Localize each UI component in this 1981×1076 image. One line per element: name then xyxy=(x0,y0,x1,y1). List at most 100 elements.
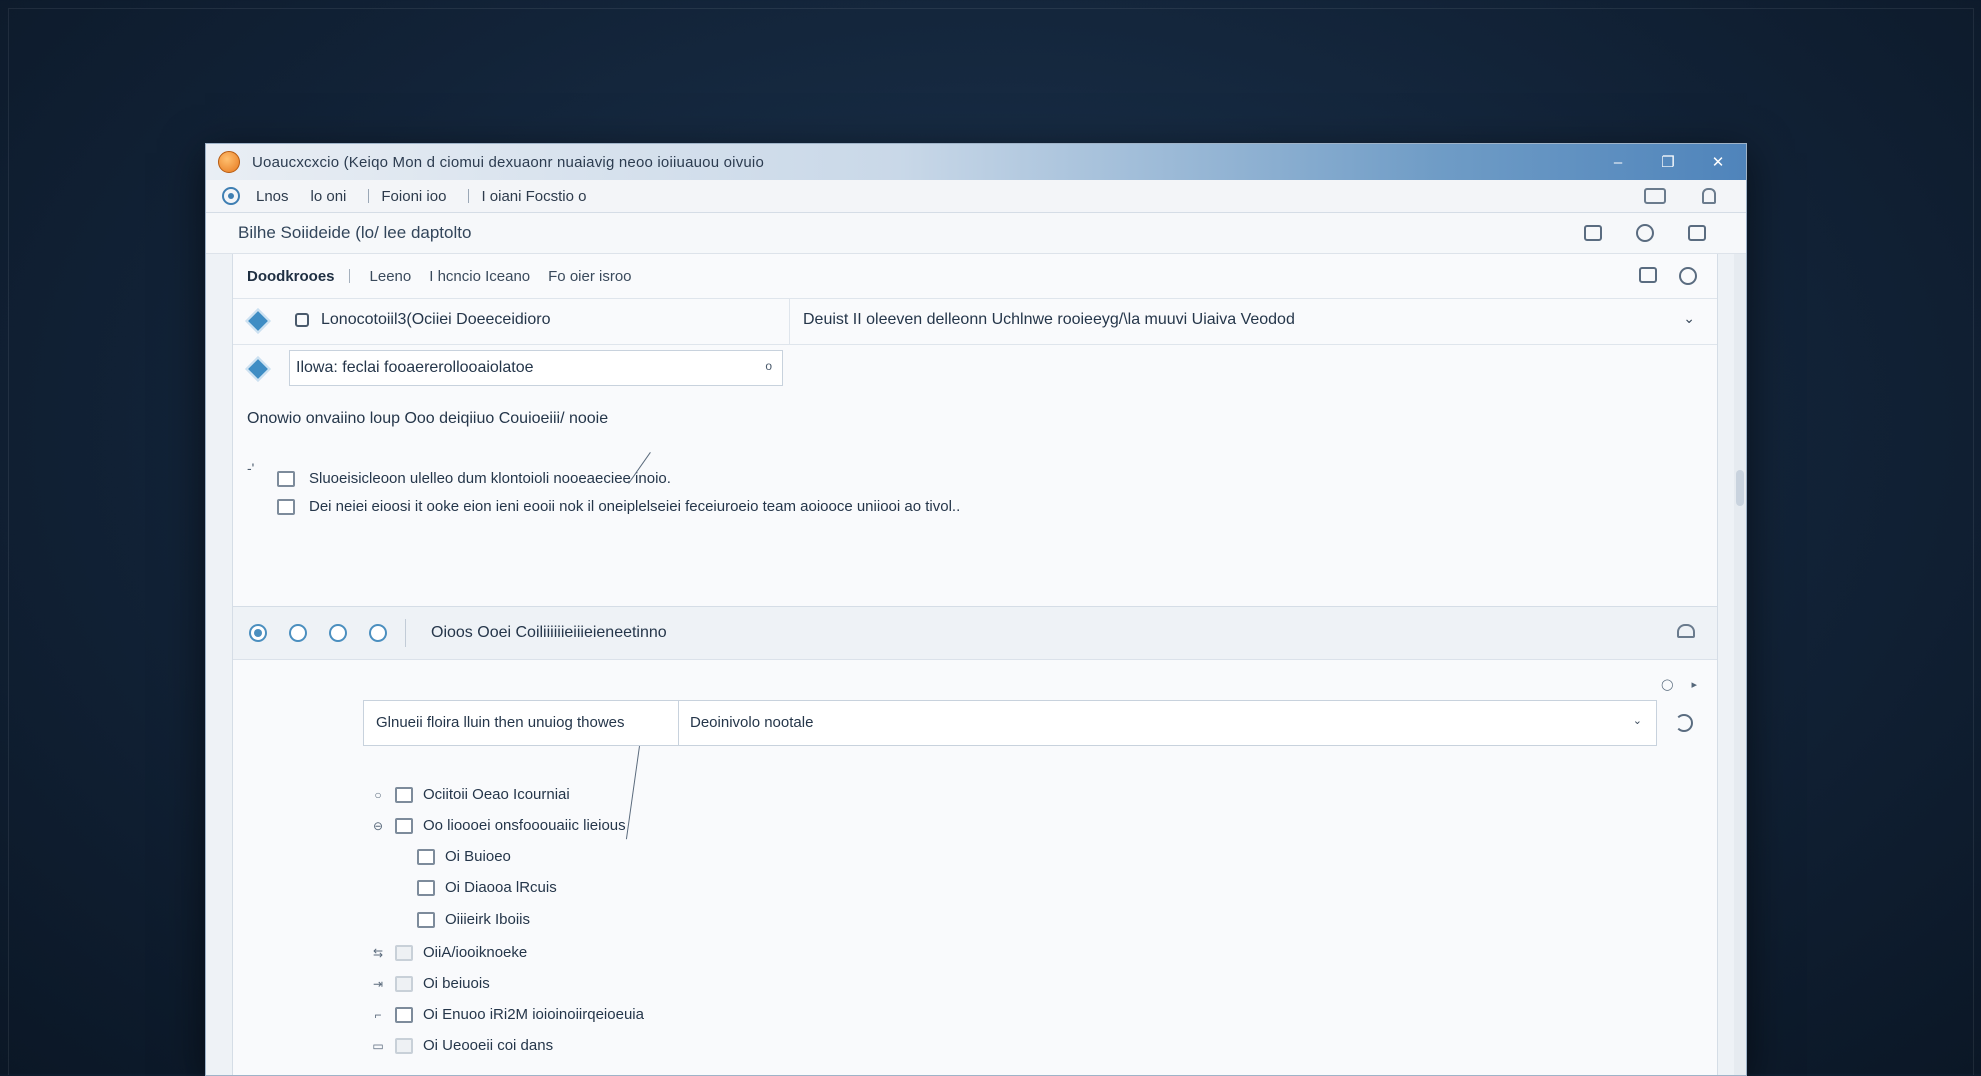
menu-item-1[interactable]: Lnos xyxy=(256,188,289,205)
tab-2[interactable]: Leeno xyxy=(370,268,412,285)
option-checkbox[interactable] xyxy=(277,498,295,515)
tree-label: Ociitoii Oeao Icourniai xyxy=(423,786,570,803)
tab-bar: Doodkrooes Leeno I hcncio Iceano Fo oier… xyxy=(233,254,1717,299)
tab-4[interactable]: Fo oier isroo xyxy=(548,268,631,285)
scrollbar[interactable] xyxy=(1734,254,1746,1075)
menu-item-3[interactable]: Foioni ioo xyxy=(381,188,446,205)
more-icon[interactable]: ▸ xyxy=(1691,678,1697,691)
option-label: Sluoeisicleoon ulelleo dum klontoioli no… xyxy=(309,470,671,487)
restore-icon[interactable] xyxy=(1639,267,1657,283)
filter-label: Glnueii floira lluin then unuiog thowes xyxy=(376,714,625,731)
tree-item[interactable]: Oi Buioeo xyxy=(391,848,511,865)
target-label: Deuist II oleeven delleonn Uchlnwe rooie… xyxy=(803,311,1295,328)
option-checkbox[interactable] xyxy=(277,470,295,487)
breadcrumb[interactable]: Bilhe Soiideide (lo/ lee daptolto xyxy=(238,223,471,243)
chevron-down-icon[interactable]: ⌄ xyxy=(1633,714,1642,727)
tree-checkbox[interactable] xyxy=(395,1037,413,1054)
panel-icon[interactable] xyxy=(1688,225,1706,241)
radio-4[interactable] xyxy=(369,624,387,642)
pathbar-actions xyxy=(1584,224,1706,242)
notification-icon[interactable] xyxy=(1702,188,1716,204)
expander-icon[interactable]: ▭ xyxy=(369,1039,387,1053)
close-button[interactable]: ✕ xyxy=(1708,153,1728,171)
diamond-icon xyxy=(245,308,271,334)
title-bar: Uoaucxcxcio (Keiqo Mon d ciomui dexuaonr… xyxy=(206,144,1746,180)
main-panel: Doodkrooes Leeno I hcncio Iceano Fo oier… xyxy=(232,254,1718,1075)
tree-checkbox[interactable] xyxy=(395,817,413,834)
collapse-icon[interactable] xyxy=(1677,624,1695,638)
tree-item[interactable]: ⌐ Oi Enuoo iRi2M ioioinoiirqeioeuia xyxy=(369,1006,644,1023)
tree-item[interactable]: ⊖ Oo lioooei onsfooouaiic lieious xyxy=(369,817,626,834)
app-logo-icon xyxy=(218,151,240,173)
tree-item[interactable]: ⇥ Oi beiuois xyxy=(369,975,490,992)
search-row: Ilowa: feclai fooaererollooaiolatoe o xyxy=(233,344,1717,390)
clear-icon[interactable]: o xyxy=(765,359,772,373)
search-value: Ilowa: feclai fooaererollooaiolatoe xyxy=(296,359,534,376)
expander-icon[interactable]: ⊖ xyxy=(369,819,387,833)
chevron-down-icon[interactable]: ⌄ xyxy=(1683,310,1695,327)
menu-bar: Lnos lo oni Foioni ioo I oiani Focstio o xyxy=(206,180,1746,213)
radio-bar: Oioos Ooei Coiliiiiiieiiieieneetinno xyxy=(233,607,1717,660)
expander-icon[interactable]: ○ xyxy=(369,788,387,802)
settings-icon[interactable] xyxy=(1636,224,1654,242)
tree-checkbox[interactable] xyxy=(417,879,435,896)
tree-label: Oi Diaooa lRcuis xyxy=(445,879,557,896)
target-dropdown[interactable]: Deuist II oleeven delleonn Uchlnwe rooie… xyxy=(789,298,1717,344)
tab-3[interactable]: I hcncio Iceano xyxy=(429,268,530,285)
menu-item-4[interactable]: I oiani Focstio o xyxy=(481,188,586,205)
source-label: Lonocotoiil3(Ociiei Doeeceidioro xyxy=(321,311,551,328)
radio-1[interactable] xyxy=(249,624,267,642)
tree-checkbox[interactable] xyxy=(395,975,413,992)
filter-field[interactable]: Glnueii floira lluin then unuiog thowes xyxy=(364,701,679,745)
tree-label: Oi Enuoo iRi2M ioioinoiirqeioeuia xyxy=(423,1006,644,1023)
window-controls: – ❐ ✕ xyxy=(1608,144,1728,180)
tree-label: Oi Ueooeii coi dans xyxy=(423,1037,554,1054)
radio-2[interactable] xyxy=(289,624,307,642)
option-row[interactable]: Dei neiei eioosi it ooke eion ieni eooii… xyxy=(277,498,960,515)
tree-checkbox[interactable] xyxy=(417,848,435,865)
radio-divider xyxy=(405,619,406,647)
scrollbar-thumb[interactable] xyxy=(1736,470,1744,506)
radio-3[interactable] xyxy=(329,624,347,642)
tree-checkbox[interactable] xyxy=(395,944,413,961)
app-window: Uoaucxcxcio (Keiqo Mon d ciomui dexuaonr… xyxy=(205,143,1747,1076)
tree-item[interactable]: Oiiieirk Iboiis xyxy=(391,911,530,928)
window-icon[interactable] xyxy=(1644,188,1666,204)
expander-icon[interactable]: ⌐ xyxy=(369,1008,387,1022)
option-row[interactable]: Sluoeisicleoon ulelleo dum klontoioli no… xyxy=(277,470,671,487)
tree-item[interactable]: ○ Ociitoii Oeao Icourniai xyxy=(369,786,570,803)
question-mark: -' xyxy=(247,460,255,476)
filter-row: Glnueii floira lluin then unuiog thowes … xyxy=(363,700,1657,746)
tree-item[interactable]: ⇆ OiiA/iooiknoeke xyxy=(369,944,527,961)
source-selector[interactable]: Lonocotoiil3(Ociiei Doeeceidioro xyxy=(233,298,790,344)
search-input[interactable]: Ilowa: feclai fooaererollooaiolatoe o xyxy=(289,350,783,386)
tree-checkbox[interactable] xyxy=(417,911,435,928)
refresh-icon[interactable] xyxy=(1675,714,1693,732)
section-actions: ◯ ▸ xyxy=(1661,678,1697,691)
save-icon[interactable] xyxy=(1584,225,1602,241)
tree-label: Oi Buioeo xyxy=(445,848,511,865)
annotation-line xyxy=(625,746,640,840)
option-label: Dei neiei eioosi it ooke eion ieni eooii… xyxy=(309,498,961,515)
app-menu-icon[interactable] xyxy=(222,187,240,205)
tree-label: Oiiieirk Iboiis xyxy=(445,911,531,928)
diamond-icon xyxy=(245,356,271,382)
tree-label: OiiA/iooiknoeke xyxy=(423,944,528,961)
refresh-icon[interactable] xyxy=(1679,267,1697,285)
minimize-button[interactable]: – xyxy=(1608,154,1628,171)
expander-icon[interactable]: ⇆ xyxy=(369,946,387,960)
tree-item[interactable]: Oi Diaooa lRcuis xyxy=(391,879,557,896)
tree-item[interactable]: ▭ Oi Ueooeii coi dans xyxy=(369,1037,553,1054)
tab-divider xyxy=(348,269,350,283)
tree-checkbox[interactable] xyxy=(395,786,413,803)
tab-1[interactable]: Doodkrooes xyxy=(247,268,335,285)
maximize-button[interactable]: ❐ xyxy=(1658,153,1678,171)
menu-item-2[interactable]: lo oni xyxy=(311,188,347,205)
radio-bar-label: Oioos Ooei Coiliiiiiieiiieieneetinno xyxy=(431,624,667,641)
tab-actions xyxy=(1639,267,1697,285)
tree-checkbox[interactable] xyxy=(395,1006,413,1023)
info-icon[interactable]: ◯ xyxy=(1661,678,1673,691)
tree-label: Oi beiuois xyxy=(423,975,490,992)
question-text: Onowio onvaiino loup Ooo deiqiiuo Couioe… xyxy=(247,410,609,427)
expander-icon[interactable]: ⇥ xyxy=(369,977,387,991)
